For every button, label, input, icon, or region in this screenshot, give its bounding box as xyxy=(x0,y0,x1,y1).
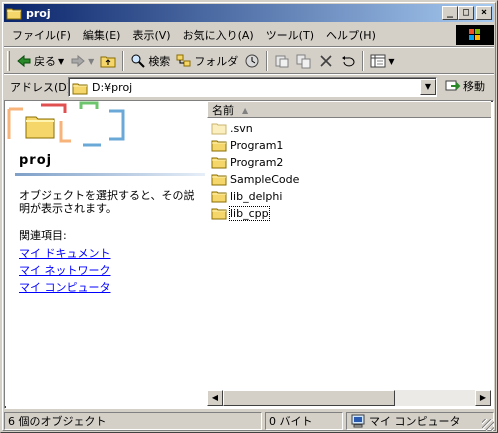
address-field[interactable]: D:¥proj ▼ xyxy=(68,77,437,97)
link-my-computer[interactable]: マイ コンピュータ xyxy=(19,279,111,295)
file-name: .svn xyxy=(230,121,253,135)
list-item[interactable]: .svn xyxy=(211,120,253,136)
resize-grip[interactable] xyxy=(482,419,494,431)
file-name: Program1 xyxy=(230,138,284,152)
close-button[interactable]: × xyxy=(476,6,492,20)
copy-to-button[interactable] xyxy=(293,50,315,72)
list-item[interactable]: Program1 xyxy=(211,137,283,153)
scroll-thumb[interactable] xyxy=(223,390,395,406)
menu-separator xyxy=(4,46,494,48)
status-location: マイ コンピュータ xyxy=(369,415,461,428)
status-size: 0 バイト xyxy=(265,412,343,430)
status-location-panel: マイ コンピュータ xyxy=(346,412,494,430)
minimize-button[interactable]: _ xyxy=(442,6,458,20)
menu-edit[interactable]: 編集(E) xyxy=(77,27,127,43)
folder-icon xyxy=(211,188,227,204)
file-name: Program2 xyxy=(230,155,284,169)
history-icon xyxy=(244,53,260,69)
go-label: 移動 xyxy=(463,80,485,93)
address-label: アドレス(D) xyxy=(10,81,72,94)
content-area: proj オブジェクトを選択すると、その説明が表示されます。 関連項目: マイ … xyxy=(4,100,494,409)
search-label: 検索 xyxy=(148,55,171,68)
undo-button[interactable] xyxy=(337,50,359,72)
list-item[interactable]: Program2 xyxy=(211,154,283,170)
menu-file[interactable]: ファイル(F) xyxy=(4,27,77,43)
file-name: SampleCode xyxy=(230,172,300,186)
up-button[interactable] xyxy=(97,50,119,72)
back-dropdown-icon[interactable]: ▼ xyxy=(58,57,64,66)
file-list: 名前 ▲ .svn Program1 Program2 SampleCode l… xyxy=(207,101,491,406)
folders-label: フォルダ xyxy=(194,55,239,68)
pane-description: オブジェクトを選択すると、その説明が表示されます。 xyxy=(19,189,195,215)
toolbar-grip[interactable] xyxy=(7,51,10,71)
history-button[interactable] xyxy=(241,50,263,72)
menu-help[interactable]: ヘルプ(H) xyxy=(320,27,382,43)
maximize-button[interactable]: □ xyxy=(458,6,474,20)
move-to-icon xyxy=(274,53,290,69)
list-item[interactable]: SampleCode xyxy=(211,171,299,187)
folder-icon xyxy=(211,137,227,153)
folders-button[interactable]: フォルダ xyxy=(173,50,241,72)
search-icon xyxy=(130,53,146,69)
sort-asc-icon: ▲ xyxy=(242,105,249,115)
forward-dropdown-icon[interactable]: ▼ xyxy=(88,57,94,66)
status-bar: 6 個のオブジェクト 0 バイト マイ コンピュータ xyxy=(4,411,494,431)
folder-up-icon xyxy=(100,53,116,69)
folder-icon xyxy=(72,80,88,96)
menu-favorites[interactable]: お気に入り(A) xyxy=(177,27,260,43)
views-dropdown-icon[interactable]: ▼ xyxy=(388,57,394,66)
address-dropdown-icon[interactable]: ▼ xyxy=(420,79,436,95)
address-bar: アドレス(D) D:¥proj ▼ 移動 xyxy=(4,76,494,98)
my-computer-icon xyxy=(350,413,366,429)
folders-tree-icon xyxy=(176,53,192,69)
list-item[interactable]: lib_delphi xyxy=(211,188,282,204)
go-arrow-icon xyxy=(445,78,461,94)
window-title: proj xyxy=(26,6,51,20)
menu-bar: ファイル(F) 編集(E) 表示(V) お気に入り(A) ツール(T) ヘルプ(… xyxy=(4,25,456,45)
back-button[interactable]: 戻る ▼ xyxy=(13,50,67,72)
toolbar: 戻る ▼ ▼ 検索 フォルダ ▼ xyxy=(4,49,494,73)
folder-icon xyxy=(6,6,22,20)
file-name: lib_cpp xyxy=(229,205,270,221)
toolbar-separator xyxy=(4,73,494,75)
back-label: 戻る xyxy=(34,55,56,68)
scroll-left-icon[interactable]: ◀ xyxy=(207,390,223,406)
pane-divider xyxy=(15,173,205,176)
move-to-button[interactable] xyxy=(271,50,293,72)
link-my-network[interactable]: マイ ネットワーク xyxy=(19,262,111,278)
menu-view[interactable]: 表示(V) xyxy=(126,27,176,43)
undo-icon xyxy=(340,53,356,69)
folder-icon xyxy=(25,113,55,139)
delete-x-icon xyxy=(318,53,334,69)
go-button[interactable]: 移動 xyxy=(445,78,485,94)
status-object-count: 6 個のオブジェクト xyxy=(4,412,262,430)
folder-icon xyxy=(211,205,227,221)
column-header-name[interactable]: 名前 ▲ xyxy=(207,101,491,118)
list-item[interactable]: lib_cpp xyxy=(211,205,270,221)
back-arrow-icon xyxy=(16,53,32,69)
title-bar[interactable]: proj _ □ × xyxy=(4,4,494,22)
column-name-label: 名前 xyxy=(212,104,234,117)
folder-icon xyxy=(211,171,227,187)
file-name: lib_delphi xyxy=(230,189,283,203)
windows-logo-icon xyxy=(456,25,494,45)
views-icon xyxy=(370,53,386,69)
related-heading: 関連項目: xyxy=(19,229,67,242)
horizontal-scrollbar[interactable]: ◀ ▶ xyxy=(207,390,491,406)
copy-to-icon xyxy=(296,53,312,69)
forward-arrow-icon xyxy=(70,53,86,69)
delete-button[interactable] xyxy=(315,50,337,72)
views-button[interactable]: ▼ xyxy=(367,50,397,72)
scroll-right-icon[interactable]: ▶ xyxy=(475,390,491,406)
forward-button[interactable]: ▼ xyxy=(67,50,97,72)
folder-icon xyxy=(211,154,227,170)
hidden-folder-icon xyxy=(211,120,227,136)
search-button[interactable]: 検索 xyxy=(127,50,173,72)
address-value[interactable]: D:¥proj xyxy=(92,81,132,94)
pane-title: proj xyxy=(19,153,53,168)
explorer-window: proj _ □ × ファイル(F) 編集(E) 表示(V) お気に入り(A) … xyxy=(0,0,498,433)
menu-tools[interactable]: ツール(T) xyxy=(260,27,320,43)
details-pane: proj オブジェクトを選択すると、その説明が表示されます。 関連項目: マイ … xyxy=(5,101,207,406)
link-my-documents[interactable]: マイ ドキュメント xyxy=(19,245,111,261)
